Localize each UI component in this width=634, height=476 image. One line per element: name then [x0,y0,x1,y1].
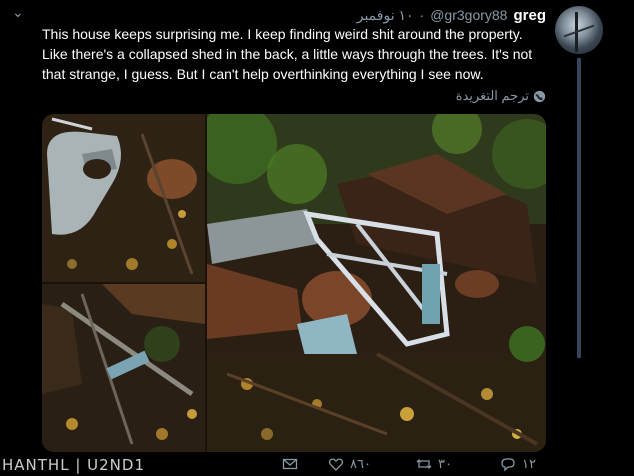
photo-rusted-plate-image [42,284,205,452]
retweet-icon [416,459,432,469]
avatar[interactable] [555,6,603,54]
photo-collapsed-shed[interactable] [207,114,546,452]
photo-metal-sign-image [42,114,205,282]
user-handle[interactable]: @gr3gory88 [430,7,507,23]
retweet-count: ٣٠ [438,456,452,471]
translate-label: ترجم التغريدة [455,88,529,103]
envelope-icon [282,458,298,470]
like-button[interactable]: ٨٦٠ [328,456,371,472]
thread-line [577,58,581,358]
globe-icon [533,90,546,102]
tweet-header: greg @gr3gory88 · ١٠ نوفمبر [357,5,546,25]
photo-collapsed-shed-image [207,114,546,452]
tweet-card[interactable]: ⌄ greg @gr3gory88 · ١٠ نوفمبر This house… [0,0,634,476]
timestamp[interactable]: ١٠ نوفمبر [357,7,414,24]
media-grid [42,114,546,452]
reply-button[interactable]: ١٢ [500,456,536,472]
tweet-text: This house keeps surprising me. I keep f… [42,26,533,82]
photo-metal-sign[interactable] [42,114,205,282]
reply-count: ١٢ [522,456,536,471]
retweet-button[interactable]: ٣٠ [416,456,452,472]
display-name[interactable]: greg [513,7,546,24]
direct-message-button[interactable] [282,456,298,472]
separator-dot: · [419,7,425,23]
chevron-down-icon[interactable]: ⌄ [12,4,24,21]
translate-tweet-link[interactable]: ترجم التغريدة [456,88,546,104]
heart-icon [328,458,344,471]
watermark: HANTHL | U2ND1 [2,456,145,474]
photo-rusted-plate[interactable] [42,284,205,452]
like-count: ٨٦٠ [350,456,371,471]
tweet-actions: ٨٦٠ ٣٠ ١٢ [282,456,542,476]
reply-icon [501,458,515,472]
